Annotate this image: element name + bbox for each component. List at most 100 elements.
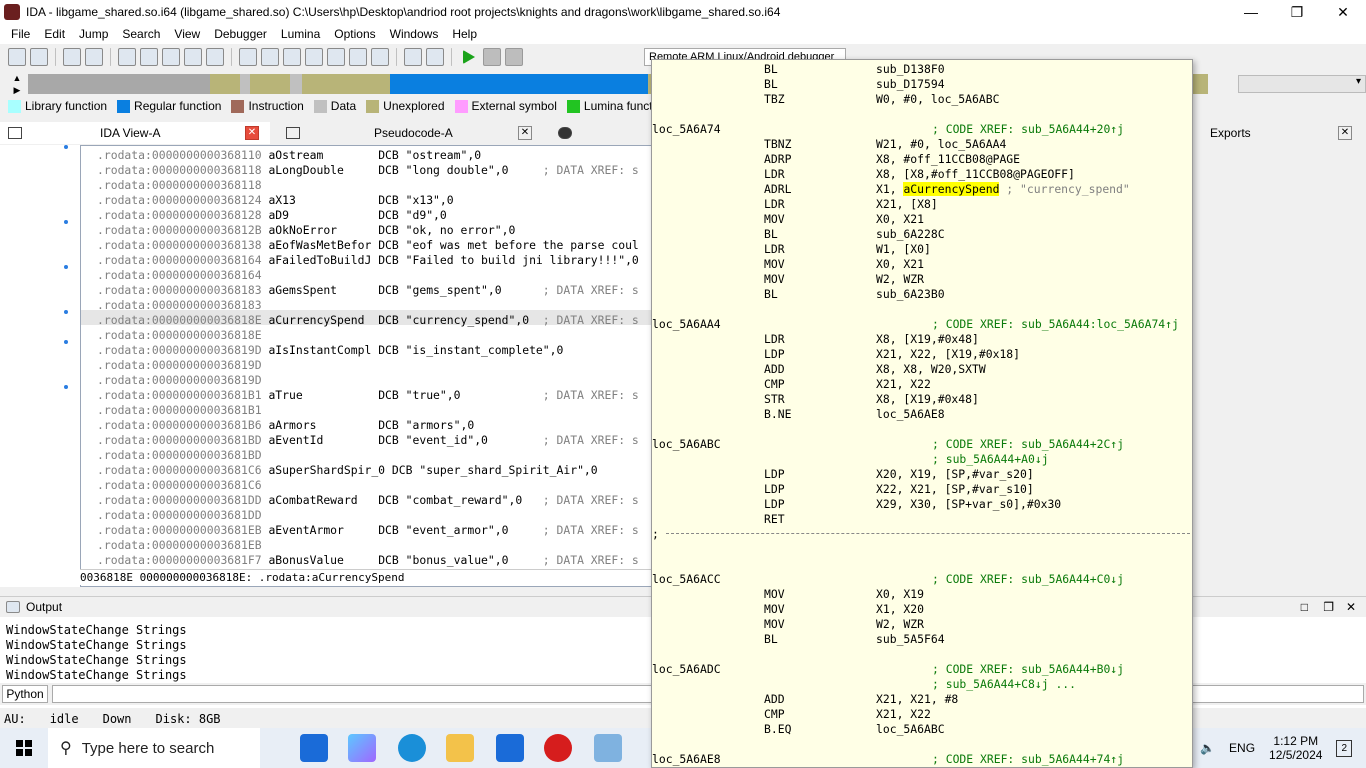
back-icon[interactable] (63, 48, 81, 66)
disasm-line[interactable]: .rodata:0000000000368138 aEofWasMetBefor… (97, 238, 639, 253)
line-label[interactable]: aD9 (268, 208, 371, 222)
menu-lumina[interactable]: Lumina (274, 27, 327, 41)
language-indicator[interactable]: ENG (1229, 741, 1255, 755)
disasm-line[interactable]: .rodata:0000000000368183 aGemsSpent DCB … (97, 283, 639, 298)
paint-icon[interactable] (594, 734, 622, 762)
menu-debugger[interactable]: Debugger (207, 27, 274, 41)
menu-search[interactable]: Search (115, 27, 167, 41)
line-label[interactable]: aTrue (268, 388, 371, 402)
popup-line-label[interactable]: loc_5A6A74 (652, 122, 764, 137)
disasm-line[interactable]: .rodata:000000000036812B aOkNoError DCB … (97, 223, 515, 238)
tab-hex-view[interactable] (550, 122, 580, 144)
line-label[interactable]: aFailedToBuildJ (268, 253, 371, 267)
disasm-line[interactable]: .rodata:00000000003681BD aEventId DCB "e… (97, 433, 639, 448)
disasm-line[interactable]: .rodata:00000000003681DD aCombatReward D… (97, 493, 639, 508)
line-label[interactable]: aEventArmor (268, 523, 371, 537)
line-label[interactable]: aCombatReward (268, 493, 371, 507)
line-label[interactable]: aIsInstantCompl (268, 343, 371, 357)
segment-select[interactable]: ▾ (1238, 75, 1366, 93)
python-language-button[interactable]: Python (2, 685, 48, 703)
disasm-line[interactable]: .rodata:00000000003681B1 aTrue DCB "true… (97, 388, 639, 403)
tab-exports[interactable]: Exports ✕ (1192, 122, 1366, 144)
float-output-button[interactable]: ❐ (1323, 600, 1334, 614)
line-label[interactable]: aOkNoError (268, 223, 371, 237)
notification-icon[interactable]: 2 (1336, 739, 1352, 757)
struct-icon[interactable] (305, 48, 323, 66)
close-tab-exports-button[interactable]: ✕ (1338, 126, 1352, 140)
menu-help[interactable]: Help (445, 27, 484, 41)
open-icon[interactable] (8, 48, 26, 66)
opera-icon[interactable] (544, 734, 572, 762)
disasm-line[interactable]: .rodata:000000000036819D aIsInstantCompl… (97, 343, 563, 358)
disasm-line[interactable]: .rodata:00000000003681B6 aArmors DCB "ar… (97, 418, 474, 433)
save-icon[interactable] (30, 48, 48, 66)
disassembly-view[interactable]: .rodata:0000000000368110 aOstream DCB "o… (80, 145, 838, 587)
menu-windows[interactable]: Windows (383, 27, 446, 41)
menu-options[interactable]: Options (327, 27, 382, 41)
disasm-line[interactable]: .rodata:0000000000368124 aX13 DCB "x13",… (97, 193, 454, 208)
disasm-line[interactable]: .rodata:000000000036818E aCurrencySpend … (97, 313, 639, 328)
line-label[interactable]: aSuperShardSpir_0 (268, 463, 385, 477)
minimize-button[interactable]: — (1228, 0, 1274, 24)
disasm-line[interactable]: .rodata:0000000000368118 aLongDouble DCB… (97, 163, 639, 178)
line-label[interactable]: aOstream (268, 148, 371, 162)
proximity-icon[interactable] (184, 48, 202, 66)
popup-line-label[interactable]: loc_5A6AA4 (652, 317, 764, 332)
nav-scroll-arrows[interactable]: ▲ ▶ (8, 72, 26, 96)
disasm-line[interactable]: .rodata:00000000003681C6 aSuperShardSpir… (97, 463, 598, 478)
tab-ida-view[interactable]: IDA View-A ✕ (0, 122, 270, 144)
code-icon[interactable] (261, 48, 279, 66)
popup-highlighted-symbol[interactable]: aCurrencySpend (903, 182, 1000, 196)
offset-icon[interactable] (349, 48, 367, 66)
line-label[interactable]: aLongDouble (268, 163, 371, 177)
pause-icon[interactable] (483, 48, 501, 66)
vertical-scrollbar[interactable] (1348, 145, 1364, 587)
close-tab-pseudocode-button[interactable]: ✕ (518, 126, 532, 140)
start-debug-icon[interactable] (463, 50, 475, 64)
popup-line-label[interactable]: ; (652, 527, 764, 542)
disasm-line[interactable]: .rodata:00000000003681F7 aBonusValue DCB… (97, 553, 639, 568)
start-button[interactable] (0, 728, 48, 768)
disasm-line[interactable]: .rodata:0000000000368128 aD9 DCB "d9",0 (97, 208, 447, 223)
taskbar-search[interactable]: ⚲ Type here to search (48, 728, 260, 768)
mail-icon[interactable] (496, 734, 524, 762)
edge-icon[interactable] (398, 734, 426, 762)
line-label[interactable]: aBonusValue (268, 553, 371, 567)
popup-line-label[interactable]: loc_5A6ABC (652, 437, 764, 452)
text-view-icon[interactable] (140, 48, 158, 66)
disasm-line[interactable]: .rodata:0000000000368110 aOstream DCB "o… (97, 148, 481, 163)
line-label[interactable]: aEofWasMetBefor (268, 238, 371, 252)
popup-line-label[interactable]: loc_5A6ADC (652, 662, 764, 677)
line-label[interactable]: aCurrencySpend (268, 313, 371, 327)
data-icon[interactable] (283, 48, 301, 66)
close-output-button[interactable]: ✕ (1346, 600, 1356, 614)
forward-icon[interactable] (85, 48, 103, 66)
graph-view-icon[interactable] (162, 48, 180, 66)
restore-button[interactable]: ❐ (1274, 0, 1320, 24)
lumina-icon[interactable] (426, 48, 444, 66)
popup-line-label[interactable]: loc_5A6ACC (652, 572, 764, 587)
jump-icon[interactable] (206, 48, 224, 66)
close-button[interactable]: ✕ (1320, 0, 1366, 24)
menu-jump[interactable]: Jump (72, 27, 115, 41)
hex-view-icon[interactable] (118, 48, 136, 66)
breakpoint-icon[interactable] (404, 48, 422, 66)
disasm-line[interactable]: .rodata:00000000003681EB aEventArmor DCB… (97, 523, 639, 538)
menu-file[interactable]: File (4, 27, 37, 41)
line-label[interactable]: aEventId (268, 433, 371, 447)
popup-line-label[interactable]: loc_5A6AE8 (652, 752, 764, 767)
clock[interactable]: 1:12 PM 12/5/2024 (1269, 734, 1322, 762)
line-label[interactable]: aX13 (268, 193, 371, 207)
menu-edit[interactable]: Edit (37, 27, 72, 41)
disasm-line[interactable]: .rodata:0000000000368164 aFailedToBuildJ… (97, 253, 639, 268)
tab-pseudocode[interactable]: Pseudocode-A ✕ (278, 122, 542, 144)
stop-icon[interactable] (505, 48, 523, 66)
line-label[interactable]: aGemsSpent (268, 283, 371, 297)
line-label[interactable]: aArmors (268, 418, 371, 432)
undefine-icon[interactable] (371, 48, 389, 66)
array-icon[interactable] (327, 48, 345, 66)
volume-icon[interactable]: 🔈 (1200, 741, 1215, 755)
copilot-icon[interactable] (348, 734, 376, 762)
file-explorer-icon[interactable] (446, 734, 474, 762)
menu-view[interactable]: View (167, 27, 207, 41)
